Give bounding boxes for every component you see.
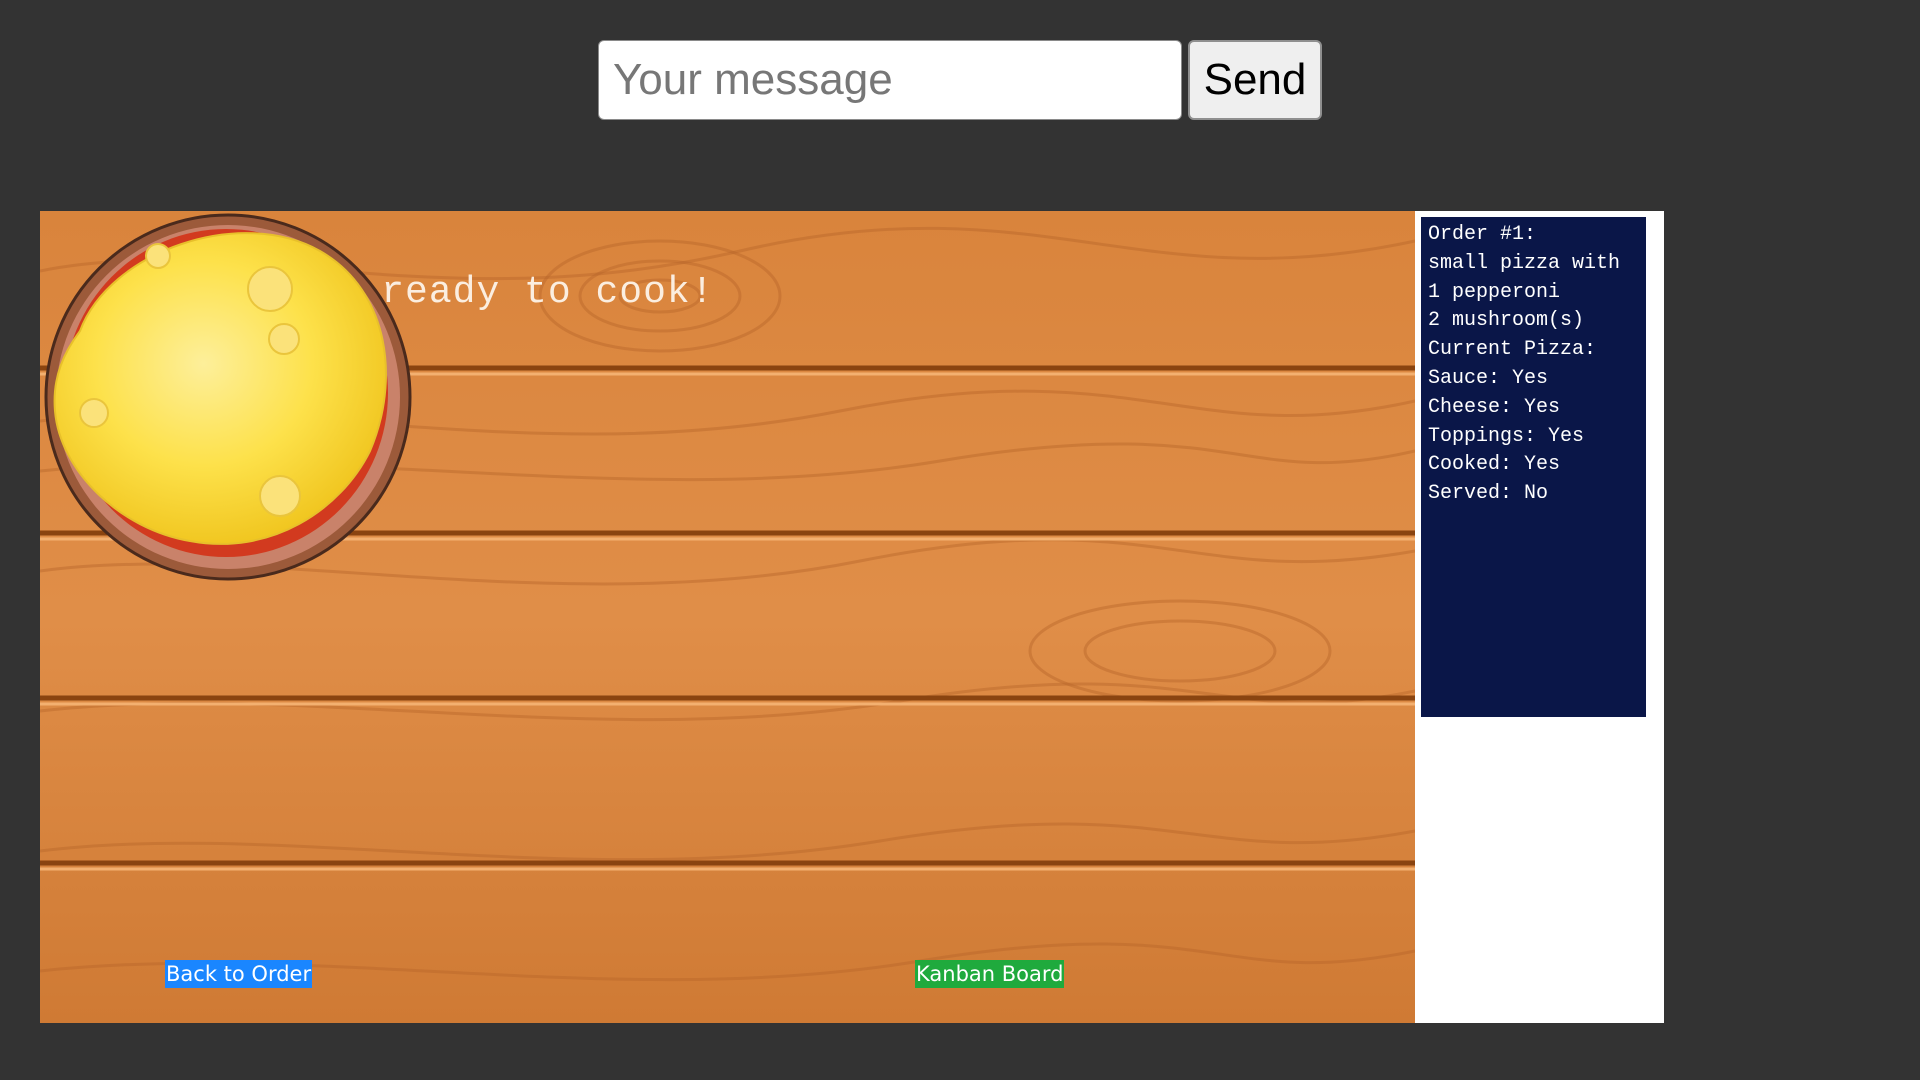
current-pizza-heading: Current Pizza: <box>1428 338 1597 362</box>
send-button[interactable]: Send <box>1188 40 1322 120</box>
order-title: Order #1: <box>1428 223 1537 246</box>
kanban-board-link[interactable]: Kanban Board <box>915 960 1065 988</box>
back-to-order-link[interactable]: Back to Order <box>165 960 313 988</box>
status-cheese: Cheese: Yes <box>1428 395 1561 419</box>
status-served: Served: No <box>1428 482 1549 506</box>
order-panel: Order #1: small pizza with 1 pepperoni 2… <box>1421 217 1646 717</box>
chat-bar: Send <box>598 40 1322 120</box>
wooden-table: Pizza is ready to cook! Back to Order Ka… <box>40 211 1415 1023</box>
game-frame: Pizza is ready to cook! Back to Order Ka… <box>40 211 1664 1023</box>
order-topping-mushroom: 2 mushroom(s) <box>1428 309 1585 333</box>
status-cooked: Cooked: Yes <box>1428 453 1561 477</box>
order-size: small pizza with <box>1428 251 1621 275</box>
status-toppings: Toppings: Yes <box>1428 424 1585 448</box>
pizza[interactable] <box>40 211 412 583</box>
order-topping-pepperoni: 1 pepperoni <box>1428 280 1561 304</box>
status-sauce: Sauce: Yes <box>1428 366 1549 390</box>
message-input[interactable] <box>598 40 1182 120</box>
